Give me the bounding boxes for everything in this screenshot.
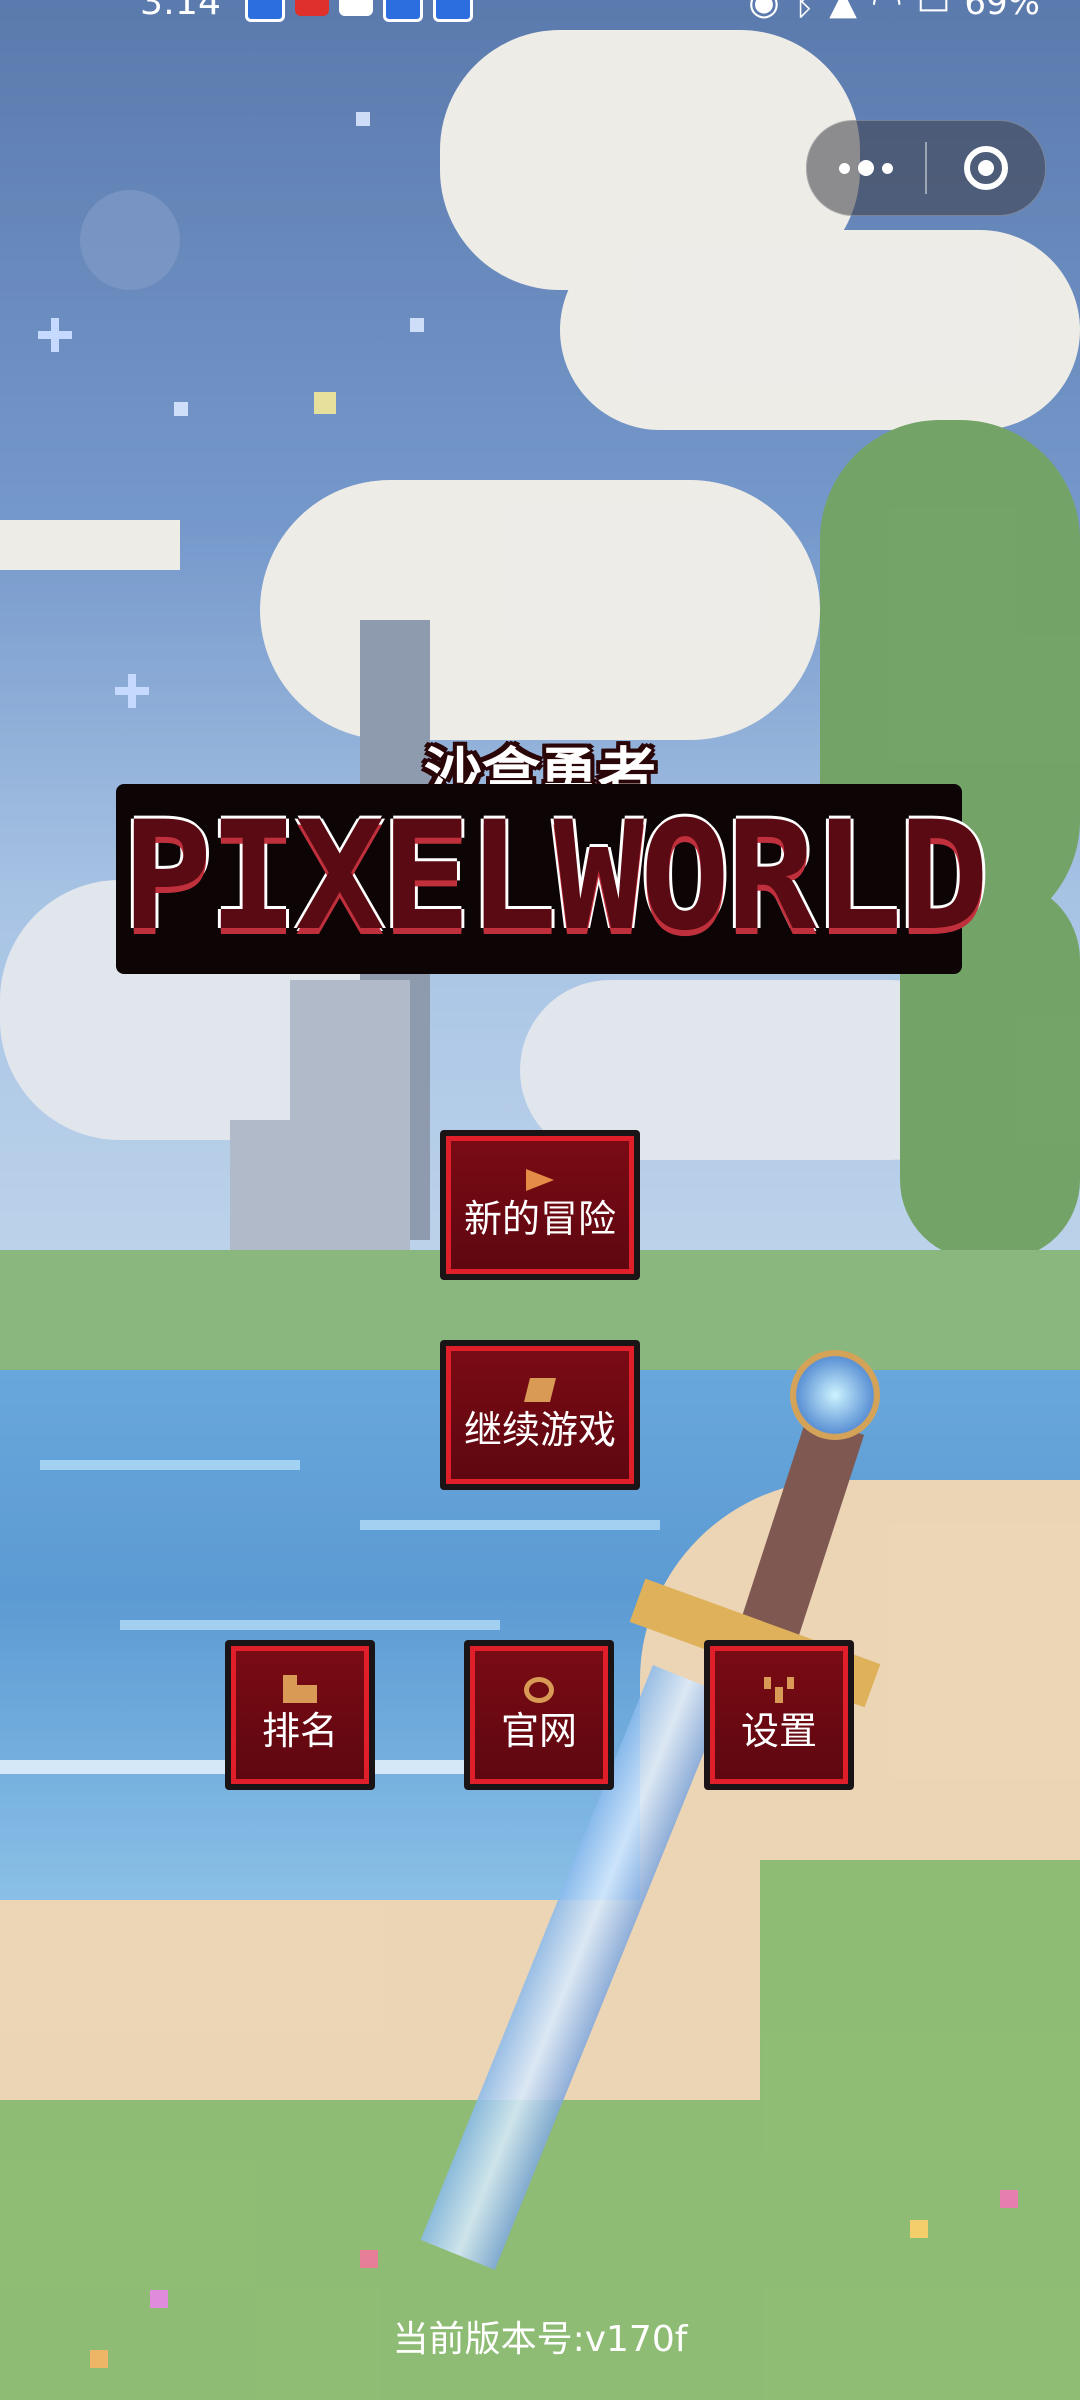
ranking-icon [283,1675,317,1703]
system-icons: ◉ ᛒ ▲ ◠ ▭ 69% [748,0,1040,23]
wifi-icon: ◠ [870,0,903,23]
battery-icon: ▭ [916,0,951,23]
settings-label: 设置 [740,1709,817,1753]
wrench-icon [764,1677,794,1703]
more-dots-icon[interactable] [807,121,925,215]
bell-off-icon: ▲ [829,0,857,23]
app-notification-icon [383,0,423,22]
app-notification-icon [339,0,373,16]
target-close-icon[interactable] [927,121,1045,215]
continue-game-button[interactable]: 继续游戏 [440,1340,640,1490]
ranking-button[interactable]: 排名 [225,1640,375,1790]
new-adventure-label: 新的冒险 [463,1197,616,1241]
status-time: 3:14 [140,0,221,23]
app-notification-icon [433,0,473,22]
play-icon [526,1169,554,1191]
app-notification-icon [295,0,329,16]
app-notification-icon [245,0,285,22]
new-adventure-button[interactable]: 新的冒险 [440,1130,640,1280]
save-scroll-icon [524,1378,556,1402]
ranking-label: 排名 [261,1709,338,1753]
eye-icon: ◉ [748,0,780,23]
battery-level: 69% [964,0,1040,23]
settings-button[interactable]: 设置 [704,1640,854,1790]
official-site-button[interactable]: 官网 [464,1640,614,1790]
status-bar: 3:14 ◉ ᛒ ▲ ◠ ▭ 69% [0,0,1080,36]
bluetooth-icon: ᛒ [793,0,816,23]
notification-icons [245,0,473,22]
game-logo: PIXELWORLD [122,790,989,964]
miniprogram-capsule [806,120,1046,216]
refresh-web-icon [524,1677,554,1703]
continue-game-label: 继续游戏 [463,1408,616,1452]
version-text: 当前版本号:v170f [392,2319,688,2360]
official-site-label: 官网 [500,1709,577,1753]
